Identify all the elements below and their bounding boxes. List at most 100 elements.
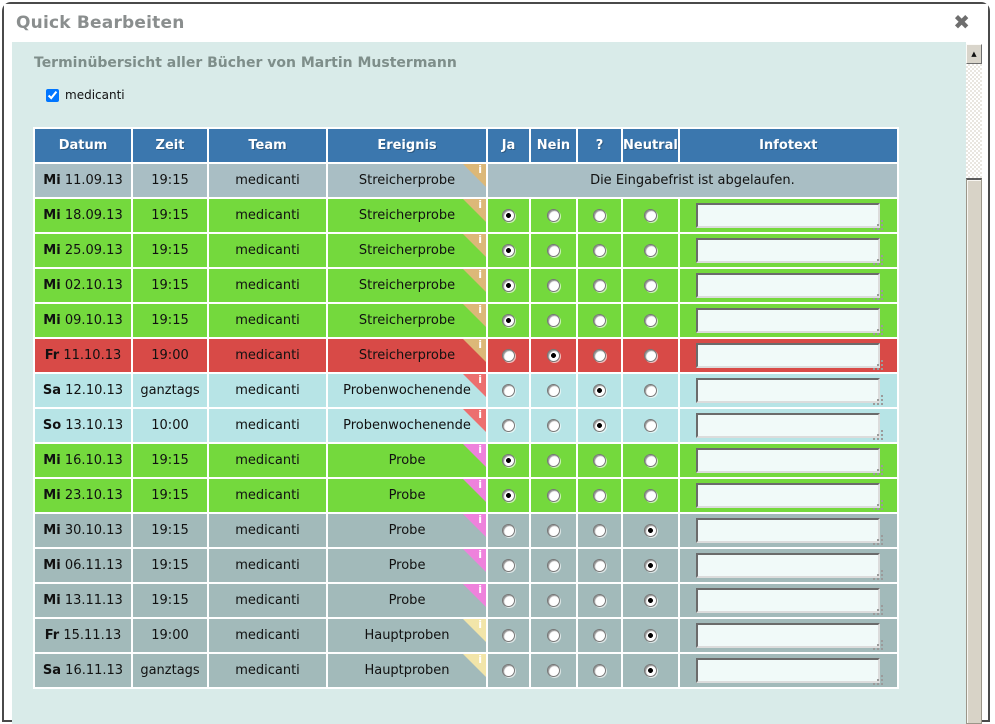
radio-frage[interactable]	[593, 209, 606, 222]
radio-nein[interactable]	[547, 209, 560, 222]
radio-neutral[interactable]	[644, 454, 657, 467]
resize-grip-icon[interactable]	[873, 360, 875, 362]
info-corner-icon[interactable]	[463, 199, 486, 222]
resize-grip-icon[interactable]	[873, 465, 875, 467]
info-corner-icon[interactable]	[463, 269, 486, 292]
radio-ja[interactable]	[502, 454, 515, 467]
radio-ja[interactable]	[502, 524, 515, 537]
resize-grip-icon[interactable]	[873, 570, 875, 572]
radio-neutral[interactable]	[644, 244, 657, 257]
radio-frage[interactable]	[593, 629, 606, 642]
resize-grip-icon[interactable]	[873, 430, 875, 432]
radio-nein[interactable]	[547, 349, 560, 362]
radio-frage[interactable]	[593, 244, 606, 257]
resize-grip-icon[interactable]	[873, 535, 875, 537]
info-corner-icon[interactable]	[463, 234, 486, 257]
radio-nein[interactable]	[547, 454, 560, 467]
radio-frage[interactable]	[593, 489, 606, 502]
radio-ja[interactable]	[502, 384, 515, 397]
infotext-textarea[interactable]	[696, 378, 880, 403]
scrollbar-up-arrow-icon[interactable]: ▲	[966, 44, 982, 64]
radio-ja[interactable]	[502, 279, 515, 292]
info-corner-icon[interactable]	[463, 549, 486, 572]
radio-neutral[interactable]	[644, 314, 657, 327]
radio-frage[interactable]	[593, 664, 606, 677]
resize-grip-icon[interactable]	[873, 675, 875, 677]
radio-ja[interactable]	[502, 489, 515, 502]
resize-grip-icon[interactable]	[873, 290, 875, 292]
radio-nein[interactable]	[547, 489, 560, 502]
info-corner-icon[interactable]	[463, 409, 486, 432]
radio-neutral[interactable]	[644, 594, 657, 607]
info-corner-icon[interactable]	[463, 444, 486, 467]
team-filter-checkbox[interactable]	[46, 89, 59, 102]
info-corner-icon[interactable]	[463, 164, 486, 187]
resize-grip-icon[interactable]	[873, 395, 875, 397]
infotext-textarea[interactable]	[696, 308, 880, 333]
radio-frage[interactable]	[593, 594, 606, 607]
resize-grip-icon[interactable]	[873, 605, 875, 607]
info-corner-icon[interactable]	[463, 479, 486, 502]
radio-neutral[interactable]	[644, 349, 657, 362]
info-corner-icon[interactable]	[463, 514, 486, 537]
radio-nein[interactable]	[547, 314, 560, 327]
infotext-textarea[interactable]	[696, 448, 880, 473]
radio-nein[interactable]	[547, 629, 560, 642]
info-corner-icon[interactable]	[463, 304, 486, 327]
infotext-textarea[interactable]	[696, 483, 880, 508]
radio-neutral[interactable]	[644, 419, 657, 432]
radio-ja[interactable]	[502, 209, 515, 222]
radio-ja[interactable]	[502, 419, 515, 432]
radio-neutral[interactable]	[644, 629, 657, 642]
radio-nein[interactable]	[547, 384, 560, 397]
info-corner-icon[interactable]	[463, 619, 486, 642]
infotext-textarea[interactable]	[696, 588, 880, 613]
info-corner-icon[interactable]	[463, 374, 486, 397]
radio-neutral[interactable]	[644, 384, 657, 397]
radio-frage[interactable]	[593, 419, 606, 432]
radio-frage[interactable]	[593, 314, 606, 327]
infotext-textarea[interactable]	[696, 658, 880, 683]
radio-ja[interactable]	[502, 349, 515, 362]
close-icon[interactable]: ✖	[953, 11, 970, 33]
infotext-textarea[interactable]	[696, 518, 880, 543]
resize-grip-icon[interactable]	[873, 500, 875, 502]
resize-grip-icon[interactable]	[873, 640, 875, 642]
radio-ja[interactable]	[502, 314, 515, 327]
infotext-textarea[interactable]	[696, 553, 880, 578]
radio-ja[interactable]	[502, 244, 515, 257]
radio-ja[interactable]	[502, 664, 515, 677]
radio-ja[interactable]	[502, 559, 515, 572]
radio-frage[interactable]	[593, 559, 606, 572]
radio-frage[interactable]	[593, 524, 606, 537]
radio-nein[interactable]	[547, 419, 560, 432]
infotext-textarea[interactable]	[696, 413, 880, 438]
radio-neutral[interactable]	[644, 489, 657, 502]
radio-neutral[interactable]	[644, 664, 657, 677]
infotext-textarea[interactable]	[696, 238, 880, 263]
radio-frage[interactable]	[593, 349, 606, 362]
radio-neutral[interactable]	[644, 209, 657, 222]
resize-grip-icon[interactable]	[873, 255, 875, 257]
radio-nein[interactable]	[547, 279, 560, 292]
infotext-textarea[interactable]	[696, 623, 880, 648]
scrollbar-thumb[interactable]	[966, 178, 982, 724]
infotext-textarea[interactable]	[696, 203, 880, 228]
radio-ja[interactable]	[502, 629, 515, 642]
radio-nein[interactable]	[547, 524, 560, 537]
radio-neutral[interactable]	[644, 559, 657, 572]
radio-neutral[interactable]	[644, 279, 657, 292]
radio-frage[interactable]	[593, 454, 606, 467]
resize-grip-icon[interactable]	[873, 220, 875, 222]
infotext-textarea[interactable]	[696, 343, 880, 368]
info-corner-icon[interactable]	[463, 584, 486, 607]
radio-frage[interactable]	[593, 384, 606, 397]
radio-nein[interactable]	[547, 664, 560, 677]
radio-nein[interactable]	[547, 244, 560, 257]
infotext-textarea[interactable]	[696, 273, 880, 298]
info-corner-icon[interactable]	[463, 339, 486, 362]
resize-grip-icon[interactable]	[873, 325, 875, 327]
radio-neutral[interactable]	[644, 524, 657, 537]
radio-nein[interactable]	[547, 559, 560, 572]
radio-frage[interactable]	[593, 279, 606, 292]
